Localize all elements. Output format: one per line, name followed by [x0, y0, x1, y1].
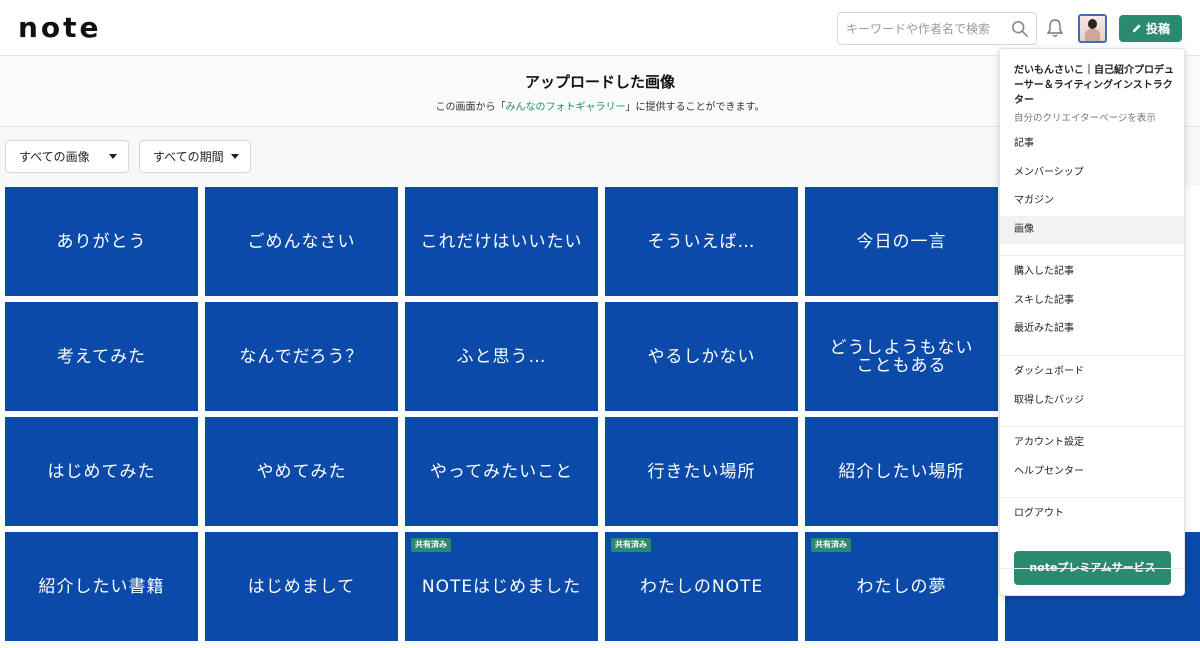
image-tile-label: やるしかない — [647, 346, 756, 367]
menu-divider — [1000, 497, 1184, 498]
shared-badge: 共有済み — [411, 538, 451, 552]
image-tile[interactable]: やってみたいこと — [405, 417, 598, 526]
image-tile-label: NOTEはじめました — [421, 576, 582, 597]
user-menu: だいもんさいこ｜自己紹介プロデューサー＆ライティングインストラクター 自分のクリ… — [999, 48, 1185, 596]
menu-item[interactable]: 画像 — [1000, 215, 1184, 244]
image-tile-label: ふと思う… — [456, 346, 547, 367]
image-type-value: すべての画像 — [19, 150, 90, 164]
post-button[interactable]: 投稿 — [1119, 15, 1182, 42]
image-tile[interactable]: ごめんなさい — [205, 187, 398, 296]
menu-user-name[interactable]: だいもんさいこ｜自己紹介プロデューサー＆ライティングインストラクター — [1014, 63, 1174, 108]
image-tile-label: わたしのNOTE — [639, 576, 764, 597]
creator-page-link[interactable]: 自分のクリエイターページを表示 — [1014, 110, 1156, 124]
period-dropdown[interactable]: すべての期間 — [139, 140, 251, 173]
menu-divider — [1000, 355, 1184, 356]
post-button-label: 投稿 — [1145, 22, 1170, 36]
image-tile[interactable]: やるしかない — [605, 302, 798, 411]
menu-item[interactable]: アカウント設定 — [1000, 429, 1184, 457]
shared-badge: 共有済み — [811, 538, 851, 552]
image-tile[interactable]: はじめまして — [205, 532, 398, 641]
menu-divider — [1000, 568, 1184, 569]
shared-badge: 共有済み — [611, 538, 651, 552]
image-tile[interactable]: ふと思う… — [405, 302, 598, 411]
image-tile[interactable]: 共有済み NOTEはじめました — [405, 532, 598, 641]
bell-icon[interactable] — [1046, 18, 1064, 38]
image-type-dropdown[interactable]: すべての画像 — [5, 140, 129, 173]
image-tile-label: やってみたいこと — [429, 461, 574, 482]
image-tile-label: 考えてみた — [56, 346, 147, 367]
search-icon[interactable] — [1011, 20, 1029, 38]
period-value: すべての期間 — [153, 150, 224, 164]
image-tile[interactable]: なんでだろう？ — [205, 302, 398, 411]
menu-item[interactable]: 最近みた記事 — [1000, 315, 1184, 343]
menu-item[interactable]: ダッシュボード — [1000, 358, 1184, 386]
image-tile[interactable]: やめてみた — [205, 417, 398, 526]
menu-item[interactable]: メンバーシップ — [1000, 159, 1184, 187]
image-tile-label: どうしようもない こともある — [829, 337, 974, 376]
subtitle-prefix: この画面から「 — [435, 102, 506, 113]
image-tile-label: そういえば… — [647, 231, 756, 252]
menu-divider — [1000, 255, 1184, 256]
image-tile-label: はじめてみた — [47, 461, 156, 482]
menu-item[interactable]: ログアウト — [1000, 500, 1184, 528]
menu-item[interactable]: 購入した記事 — [1000, 258, 1184, 286]
image-tile-label: 紹介したい場所 — [838, 461, 965, 482]
pencil-icon — [1132, 24, 1141, 33]
image-tile-label: やめてみた — [256, 461, 347, 482]
image-tile[interactable]: どうしようもない こともある — [805, 302, 998, 411]
subtitle-suffix: 」に提供することができます。 — [625, 102, 765, 113]
image-tile[interactable]: 行きたい場所 — [605, 417, 798, 526]
menu-item[interactable]: 取得したバッジ — [1000, 387, 1184, 415]
image-tile[interactable]: はじめてみた — [5, 417, 198, 526]
image-tile-label: 紹介したい書籍 — [38, 576, 165, 597]
avatar[interactable] — [1078, 14, 1107, 43]
menu-item[interactable]: スキした記事 — [1000, 287, 1184, 315]
image-tile[interactable]: 紹介したい場所 — [805, 417, 998, 526]
menu-item[interactable]: 記事 — [1000, 130, 1184, 158]
image-tile-label: 今日の一言 — [856, 231, 947, 252]
menu-item[interactable]: ヘルプセンター — [1000, 458, 1184, 486]
search-input[interactable] — [838, 13, 1006, 44]
image-tile[interactable]: 共有済みわたしの夢 — [805, 532, 998, 641]
image-tile[interactable]: そういえば… — [605, 187, 798, 296]
image-tile-label: ごめんなさい — [247, 231, 356, 252]
photo-gallery-link[interactable]: みんなのフォトギャラリー — [506, 102, 626, 113]
image-tile[interactable]: ありがとう — [5, 187, 198, 296]
image-tile[interactable]: 考えてみた — [5, 302, 198, 411]
image-tile[interactable]: 今日の一言 — [805, 187, 998, 296]
chevron-down-icon — [231, 154, 239, 159]
image-tile[interactable]: これだけはいいたい — [405, 187, 598, 296]
image-tile-label: これだけはいいたい — [420, 231, 583, 252]
image-tile-label: 行きたい場所 — [647, 461, 756, 482]
image-tile-label: ありがとう — [56, 231, 147, 252]
image-tile-label: なんでだろう？ — [239, 346, 364, 367]
image-tile-label: はじめまして — [247, 576, 356, 597]
image-tile[interactable]: 紹介したい書籍 — [5, 532, 198, 641]
image-tile-label: わたしの夢 — [856, 576, 947, 597]
chevron-down-icon — [109, 154, 117, 159]
search-box[interactable] — [837, 12, 1037, 45]
menu-item[interactable]: マガジン — [1000, 187, 1184, 215]
image-tile[interactable]: 共有済みわたしのNOTE — [605, 532, 798, 641]
note-logo[interactable]: note — [18, 12, 102, 44]
menu-divider — [1000, 426, 1184, 427]
